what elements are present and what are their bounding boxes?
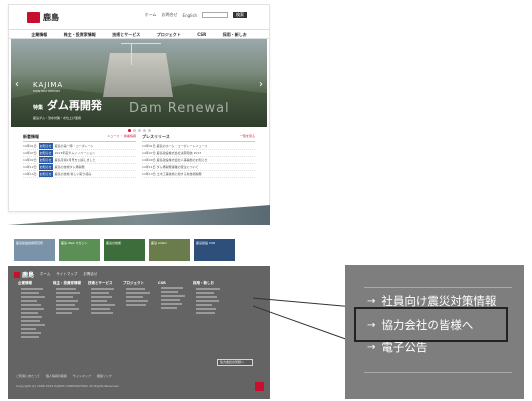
callout-highlight-box [354, 307, 508, 342]
arrow-right-icon: → [367, 295, 376, 307]
leader-line-lower [252, 305, 355, 343]
divider [364, 372, 512, 373]
leader-line-upper [252, 297, 355, 308]
divider [364, 287, 512, 288]
arrow-right-icon: → [367, 341, 376, 353]
